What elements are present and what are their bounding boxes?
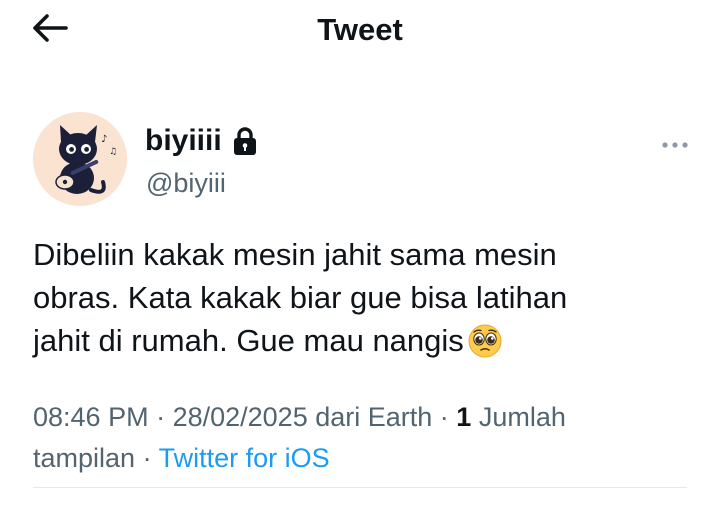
tweet-text-line: Dibeliin kakak mesin jahit sama mesin [33,237,557,272]
metadata-line: 08:46 PM · 28/02/2025 dari Earth · 1 Jum… [33,397,693,438]
views-label: Jumlah [471,402,566,432]
separator-dot: · [148,402,173,432]
tweet-text-line: jahit di rumah. Gue mau nangis [33,319,683,369]
tweet-time[interactable]: 08:46 PM [33,402,149,432]
author-name-row: biyiiii [145,124,258,158]
tweet-text: Dibeliin kakak mesin jahit sama mesin ob… [33,233,683,369]
divider [33,487,687,488]
tweet-text-segment: jahit di rumah. Gue mau nangis [33,323,464,358]
metadata-line: tampilan · Twitter for iOS [33,438,693,479]
more-options-button[interactable] [660,138,690,150]
separator-dot: · [432,402,457,432]
lock-icon [232,126,258,156]
tweet-detail-page: Tweet ♪ ♫ biyiiii @biyiii Dibeliin kakak… [0,0,720,508]
separator-dot: · [135,443,159,473]
tweet-date[interactable]: 28/02/2025 [173,402,308,432]
views-count: 1 [456,402,472,432]
svg-text:♫: ♫ [109,147,117,157]
tweet-metadata: 08:46 PM · 28/02/2025 dari Earth · 1 Jum… [33,397,693,479]
pleading-face-emoji [468,324,502,369]
avatar-cat-guitar: ♪ ♫ [33,112,127,206]
svg-text:♪: ♪ [101,134,107,145]
tweet-location: dari Earth [307,402,433,432]
source-link[interactable]: Twitter for iOS [159,443,330,473]
tweet-text-line: obras. Kata kakak biar gue bisa latihan [33,280,568,315]
page-title: Tweet [317,12,403,47]
author-handle[interactable]: @biyiii [146,168,226,199]
views-label: tampilan [33,443,136,473]
more-horizontal-icon [662,142,688,148]
author-display-name[interactable]: biyiiii [145,124,222,158]
avatar[interactable]: ♪ ♫ [33,112,127,206]
